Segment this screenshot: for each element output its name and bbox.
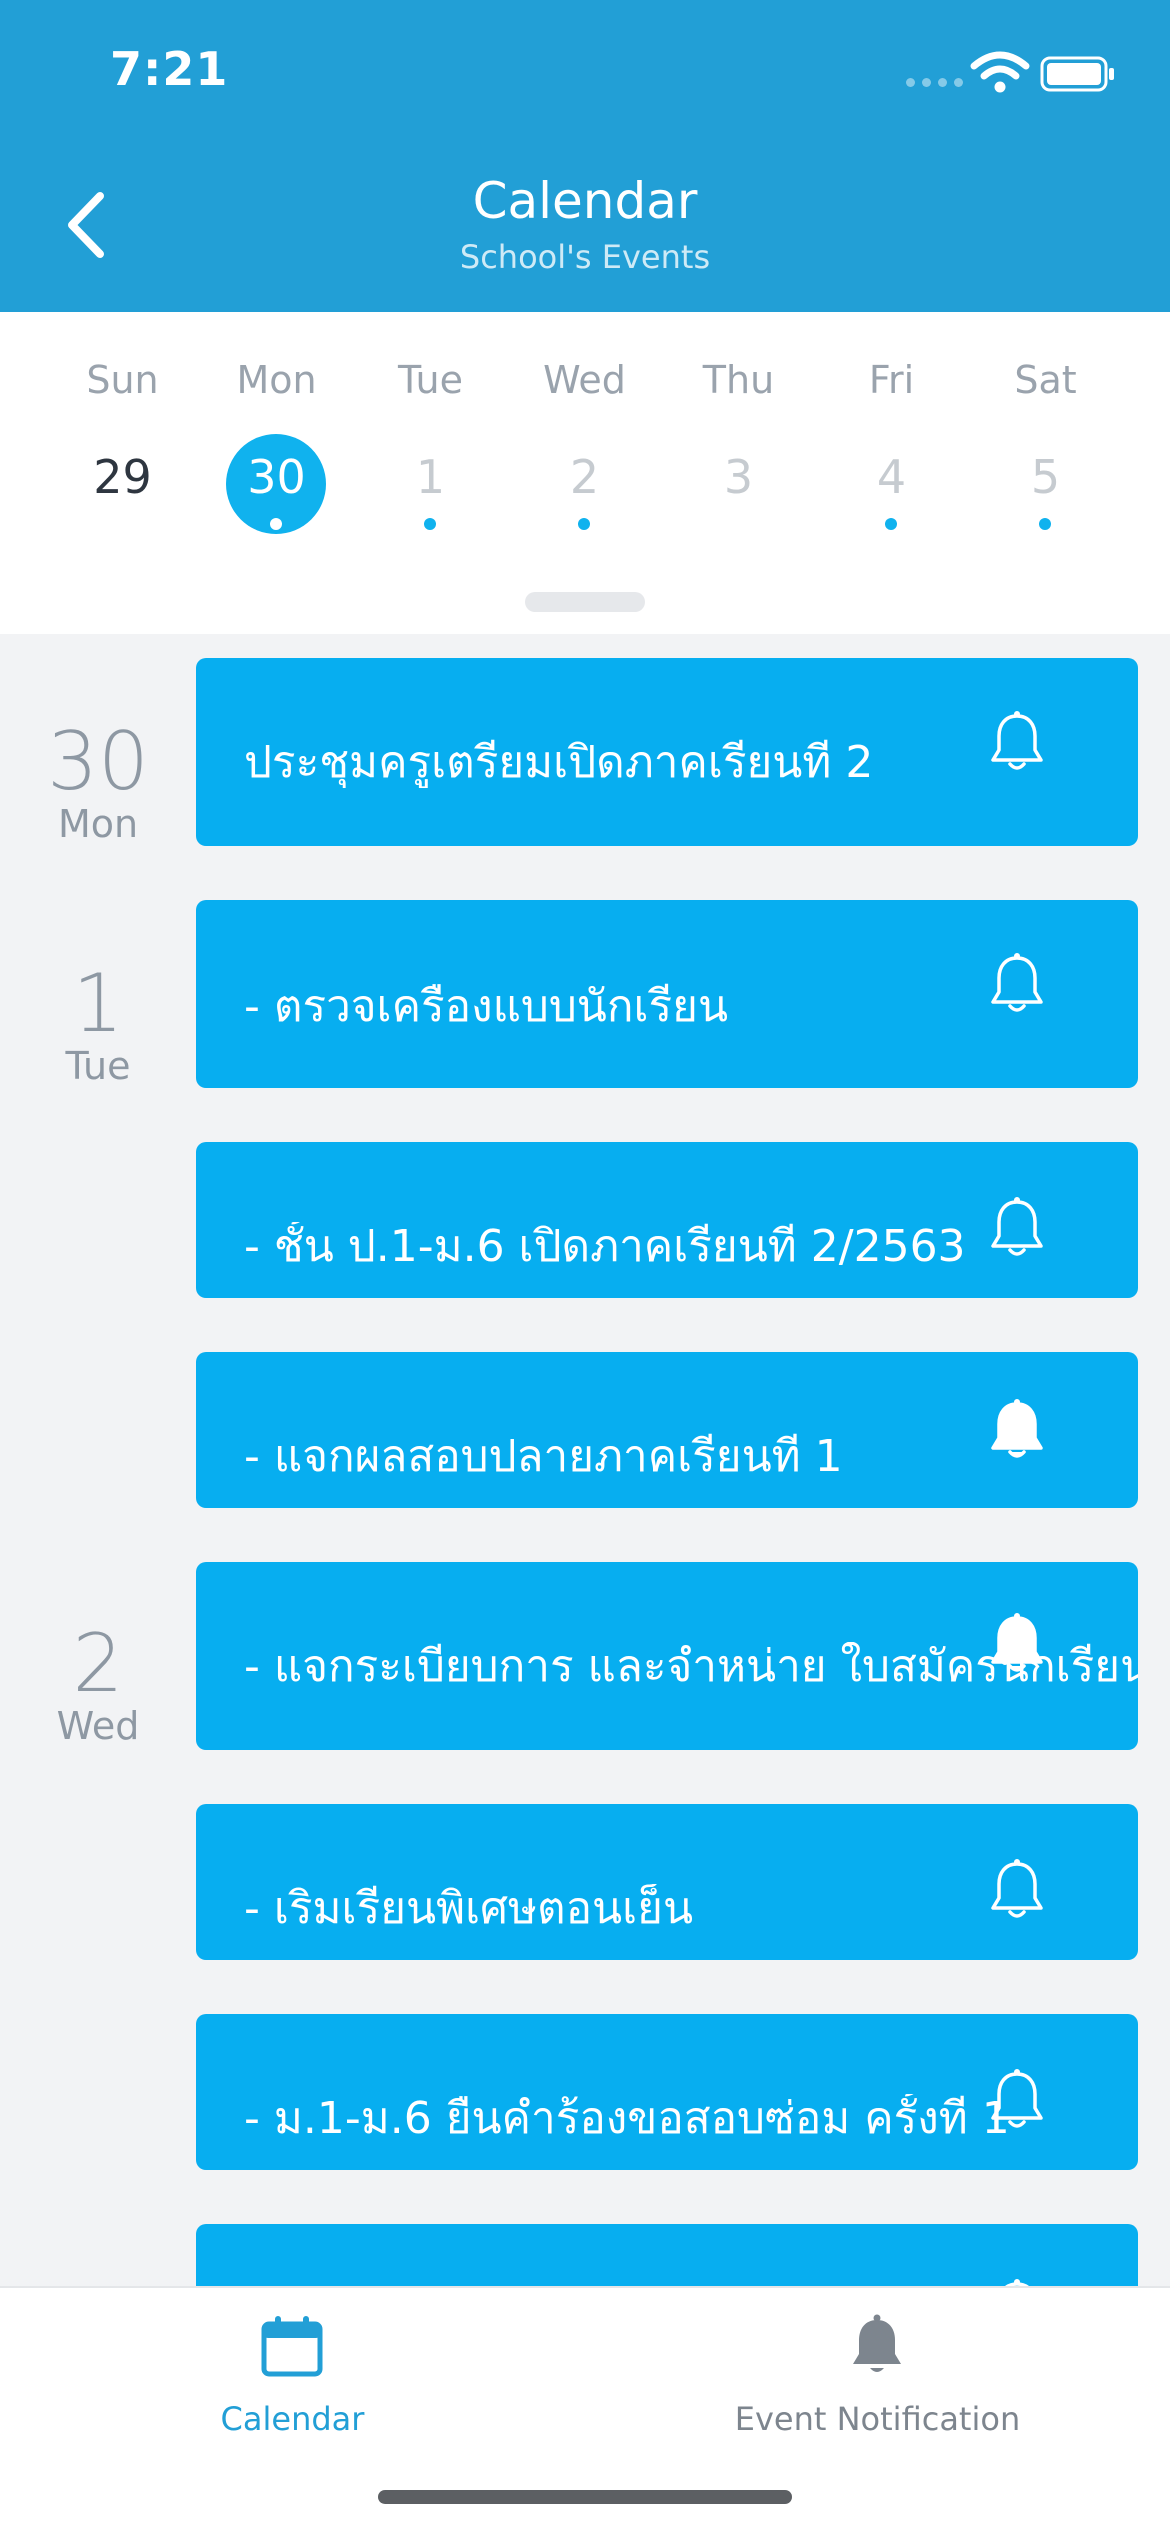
page-subtitle: School's Events (459, 238, 711, 276)
bell-filled-icon[interactable] (988, 1612, 1046, 1676)
bell-outline-icon[interactable] (988, 710, 1046, 774)
weekday-label: Thu (702, 358, 775, 402)
day-number: 1 (415, 450, 446, 504)
event-title: - ม.1-ม.6 ยื่นคำร้องขอสอบซ่อม ครั้งที่ 1 (244, 2094, 1010, 2144)
bell-outline-icon[interactable] (988, 952, 1046, 1016)
date-group-label: 1 Tue (0, 957, 196, 1088)
drag-handle[interactable] (525, 592, 645, 612)
event-card[interactable]: - เริ่มเรียนพิเศษตอนเย็น (196, 1804, 1138, 1960)
bell-outline-icon[interactable] (988, 1196, 1046, 1260)
weekday-label: Tue (398, 358, 463, 402)
event-card[interactable]: ประชุมครูเตรียมเปิดภาคเรียนที่ 2 (196, 658, 1138, 846)
event-title: - ชั้น ป.1-ม.6 เปิดภาคเรียนที่ 2/2563 (244, 1222, 966, 1272)
wifi-icon (970, 51, 1030, 93)
event-card[interactable]: - แจกระเบียบการ และจำหน่าย ใบสมัครนักเรี… (196, 1562, 1138, 1750)
home-indicator (378, 2490, 792, 2504)
event-dot (270, 518, 282, 530)
tab-label: Event Notification (734, 2400, 1021, 2438)
date-day: 2 (72, 1617, 124, 1710)
date-group-label: 2 Wed (0, 1617, 196, 1748)
day-cell-wed[interactable]: Wed 2 (508, 312, 661, 542)
event-list[interactable]: 30 Mon 1 Tue 2 Wed ประชุมครูเตรียมเปิดภา… (0, 634, 1170, 2286)
day-cell-sun[interactable]: Sun 29 (46, 312, 199, 542)
event-dot (885, 518, 897, 530)
event-card[interactable]: - ตรวจเครื่องแบบนักเรียน (196, 900, 1138, 1088)
weekday-label: Mon (236, 358, 317, 402)
header: 7:21 Calendar School's Events (0, 0, 1170, 312)
date-weekday: Wed (56, 1704, 140, 1748)
day-cell-thu[interactable]: Thu 3 (662, 312, 815, 542)
date-day: 30 (47, 715, 149, 808)
bell-icon (853, 2314, 901, 2372)
date-weekday: Tue (65, 1044, 131, 1088)
tab-label: Calendar (220, 2400, 365, 2438)
day-number: 5 (1030, 450, 1061, 504)
event-dot (578, 518, 590, 530)
bell-outline-icon[interactable] (988, 2278, 1046, 2286)
bell-outline-icon[interactable] (988, 2068, 1046, 2132)
status-time: 7:21 (110, 42, 229, 96)
day-cell-fri[interactable]: Fri 4 (815, 312, 968, 542)
day-number: 4 (876, 450, 907, 504)
event-card[interactable]: - ชั้น ป.1-ม.6 เปิดภาคเรียนที่ 2/2563 (196, 1142, 1138, 1298)
signal-icon (906, 78, 963, 87)
bell-filled-icon[interactable] (988, 1398, 1046, 1462)
day-number: 30 (247, 450, 306, 504)
weekday-label: Wed (543, 358, 626, 402)
tab-event-notification[interactable]: Event Notification (585, 2288, 1170, 2488)
bell-outline-icon[interactable] (988, 1858, 1046, 1922)
weekday-label: Fri (868, 358, 915, 402)
event-dot (1039, 518, 1051, 530)
day-number: 2 (569, 450, 600, 504)
day-number: 29 (93, 450, 152, 504)
day-cell-tue[interactable]: Tue 1 (354, 312, 507, 542)
day-cell-mon[interactable]: Mon 30 (200, 312, 353, 542)
event-dot (424, 518, 436, 530)
date-day: 1 (72, 957, 124, 1050)
event-card[interactable]: - ม.1-ม.6 ยื่นคำร้องขอสอบซ่อม ครั้งที่ 1 (196, 2014, 1138, 2170)
weekday-label: Sat (1014, 358, 1077, 402)
event-card[interactable] (196, 2224, 1138, 2286)
week-strip: Sun 29 Mon 30 Tue 1 Wed 2 Thu 3 Fri 4 Sa… (0, 312, 1170, 634)
day-number: 3 (723, 450, 754, 504)
day-cell-sat[interactable]: Sat 5 (969, 312, 1122, 542)
date-weekday: Mon (57, 802, 139, 846)
battery-icon (1040, 56, 1114, 92)
calendar-icon (261, 2316, 323, 2377)
tab-calendar[interactable]: Calendar (0, 2288, 585, 2488)
page-title: Calendar (472, 172, 698, 230)
date-group-label: 30 Mon (0, 715, 196, 846)
event-card[interactable]: - แจกผลสอบปลายภาคเรียนที่ 1 (196, 1352, 1138, 1508)
weekday-label: Sun (86, 358, 159, 402)
